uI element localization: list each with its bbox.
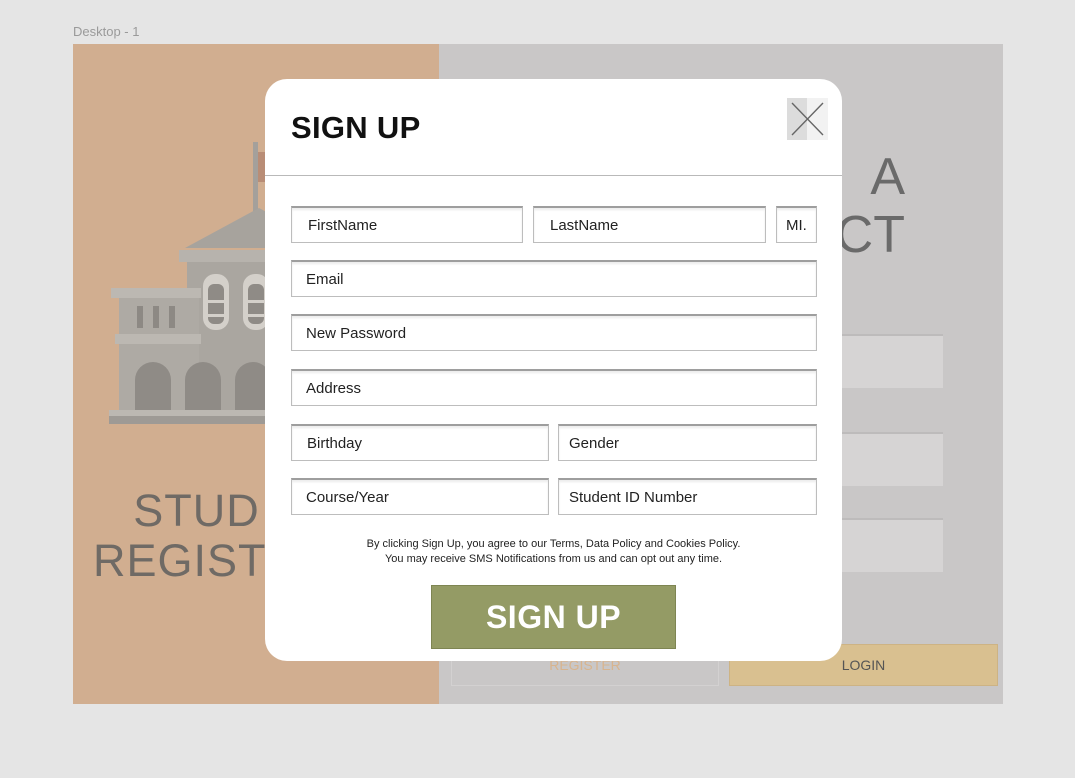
terms-line-1: By clicking Sign Up, you agree to our Te… bbox=[366, 538, 741, 550]
birthday-field[interactable]: Birthday bbox=[291, 424, 549, 461]
header-divider bbox=[265, 175, 842, 176]
course-year-field[interactable]: Course/Year bbox=[291, 478, 549, 515]
sign-up-submit-button[interactable]: SIGN UP bbox=[431, 585, 676, 649]
terms-notice: By clicking Sign Up, you agree to our Te… bbox=[291, 537, 816, 566]
terms-line-2: You may receive SMS Notifications from u… bbox=[384, 552, 723, 565]
close-button[interactable] bbox=[787, 98, 828, 140]
gender-field[interactable]: Gender bbox=[558, 424, 817, 461]
last-name-field[interactable]: LastName bbox=[533, 206, 766, 243]
sign-up-modal: SIGN UP FirstName LastName MI. Email New… bbox=[265, 79, 842, 661]
new-password-field[interactable]: New Password bbox=[291, 314, 817, 351]
first-name-field[interactable]: FirstName bbox=[291, 206, 523, 243]
address-field[interactable]: Address bbox=[291, 369, 817, 406]
frame-label: Desktop - 1 bbox=[73, 24, 140, 39]
modal-title: SIGN UP bbox=[291, 110, 421, 145]
close-icon bbox=[791, 102, 824, 136]
email-field[interactable]: Email bbox=[291, 260, 817, 297]
student-id-field[interactable]: Student ID Number bbox=[558, 478, 817, 515]
middle-initial-field[interactable]: MI. bbox=[776, 206, 817, 243]
